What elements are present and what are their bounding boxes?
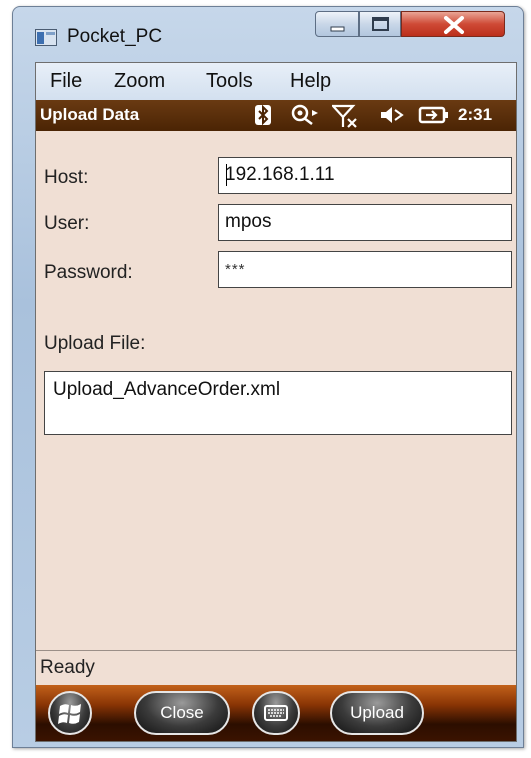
close-window-button[interactable] (401, 11, 505, 37)
text-caret (226, 164, 227, 186)
battery-icon[interactable] (418, 104, 450, 130)
close-softkey-label: Close (160, 703, 204, 722)
clock-time[interactable]: 2:31 (458, 105, 492, 125)
password-input[interactable]: *** (218, 251, 512, 288)
status-bar: Ready (36, 650, 516, 685)
close-icon (444, 16, 464, 34)
password-label: Password: (44, 262, 133, 283)
connectivity-icon[interactable] (290, 104, 320, 130)
user-label: User: (44, 213, 90, 234)
minimize-icon (330, 26, 345, 32)
menu-tools[interactable]: Tools (206, 70, 253, 93)
host-label: Host: (44, 167, 89, 188)
password-value: *** (225, 261, 246, 278)
bluetooth-icon[interactable] (254, 104, 272, 130)
menu-bar: File Zoom Tools Help (36, 63, 516, 101)
start-button[interactable] (48, 691, 92, 735)
title-bar[interactable]: Pocket_PC (13, 7, 523, 61)
windows-logo-icon (58, 704, 81, 724)
minimize-button[interactable] (315, 11, 359, 37)
status-text: Ready (40, 657, 95, 678)
upload-file-box[interactable]: Upload_AdvanceOrder.xml (44, 371, 512, 435)
close-softkey-button[interactable]: Close (134, 691, 230, 735)
maximize-icon (372, 17, 389, 31)
app-icon (35, 29, 57, 46)
pocket-pc-window: Pocket_PC File Zoom Tools Help Upload Da… (12, 6, 524, 748)
keyboard-button[interactable] (252, 691, 300, 735)
host-value: 192.168.1.11 (225, 164, 335, 185)
volume-muted-icon[interactable] (380, 104, 404, 130)
upload-softkey-label: Upload (350, 703, 404, 722)
host-input[interactable]: 192.168.1.11 (218, 157, 512, 194)
menu-help[interactable]: Help (290, 70, 331, 93)
softkey-bar: Close Upload (36, 685, 516, 741)
window-title: Pocket_PC (67, 26, 163, 47)
signal-off-icon[interactable] (330, 104, 358, 132)
menu-file[interactable]: File (50, 70, 82, 93)
device-screen: File Zoom Tools Help Upload Data 2:31 Ho… (35, 62, 517, 742)
user-input[interactable]: mpos (218, 204, 512, 241)
upload-softkey-button[interactable]: Upload (330, 691, 424, 735)
user-value: mpos (225, 211, 272, 232)
maximize-button[interactable] (359, 11, 401, 37)
upload-file-label: Upload File: (44, 333, 146, 354)
keyboard-icon (264, 705, 288, 721)
status-strip: Upload Data 2:31 (36, 100, 516, 131)
menu-zoom[interactable]: Zoom (114, 70, 165, 93)
upload-file-value: Upload_AdvanceOrder.xml (53, 379, 281, 400)
screen-title: Upload Data (40, 105, 140, 124)
